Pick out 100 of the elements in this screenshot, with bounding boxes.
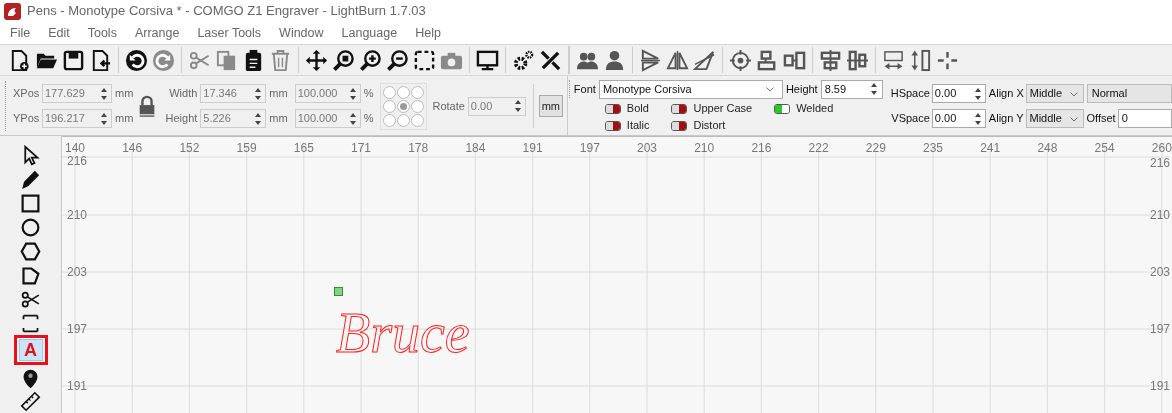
number-field[interactable]: 196.217 [42, 109, 112, 128]
zoom-icon[interactable] [332, 48, 355, 72]
field-label: Align X [988, 86, 1024, 102]
save-icon[interactable] [62, 48, 85, 72]
dropdown[interactable]: Middle [1025, 84, 1084, 103]
number-field[interactable]: 177.629 [42, 84, 112, 103]
ruler-label: 241 [980, 140, 1001, 157]
flip-icon[interactable] [639, 48, 662, 72]
field-label: mm [269, 111, 288, 127]
ruler-label: 210 [67, 207, 88, 224]
ruler-label: 203 [1149, 264, 1170, 281]
field-label: % [363, 86, 374, 102]
number-field[interactable]: 0.00 [467, 96, 526, 116]
circle-icon[interactable] [20, 217, 41, 239]
undo-icon[interactable] [125, 48, 148, 72]
menu-item[interactable]: Help [406, 22, 450, 44]
gears-icon[interactable] [512, 48, 535, 72]
dashed-frame-icon[interactable] [413, 48, 436, 72]
spinner-icon[interactable] [512, 98, 523, 114]
window-title: Pens - Monotype Corsiva * - COMGO Z1 Engraver - LightBurn 1.7.03 [27, 2, 426, 21]
toggle-switch[interactable] [774, 103, 791, 114]
ruler-label: 178 [408, 140, 429, 157]
number-field[interactable]: 0.00 [931, 109, 986, 128]
rectangle-icon[interactable] [20, 193, 41, 215]
ruler-label: 222 [808, 140, 829, 157]
pencil-icon[interactable] [20, 169, 41, 191]
ruler-icon[interactable] [20, 390, 41, 412]
ruler-label: 146 [122, 140, 143, 157]
number-field[interactable]: 0.00 [931, 84, 986, 103]
toggle-label: Bold [626, 101, 649, 117]
ruler-label: 235 [923, 140, 943, 157]
ruler-label: 197 [579, 140, 600, 157]
field-label: Align Y [988, 111, 1024, 127]
monitor-icon[interactable] [476, 48, 499, 72]
anchor-point[interactable] [397, 99, 411, 113]
number-field[interactable]: 5.226 [200, 109, 267, 128]
dropdown[interactable]: Monotype Corsiva [598, 79, 783, 99]
field-label: % [363, 111, 374, 127]
ruler-label: 248 [1037, 140, 1058, 157]
ruler-label: 184 [465, 140, 486, 157]
dropdown[interactable]: Normal [1086, 84, 1172, 103]
toggle-label: Distort [693, 118, 726, 134]
number-field[interactable]: 100.000 [294, 109, 361, 128]
field-label: Rotate [432, 98, 465, 114]
number-field[interactable]: 100.000 [294, 84, 361, 103]
move-arrows-icon[interactable] [305, 48, 328, 72]
field-label: HSpace [889, 86, 930, 102]
crosshair-icon[interactable] [729, 48, 752, 72]
menu-item[interactable]: Tools [78, 22, 126, 44]
toggle-switch[interactable] [671, 120, 688, 131]
hexagon-icon[interactable] [20, 241, 41, 263]
number-field[interactable]: 8.59 [820, 79, 883, 99]
menu-item[interactable]: Laser Tools [188, 22, 271, 44]
units-button[interactable]: mm [538, 95, 563, 117]
ruler-label: 191 [1149, 378, 1170, 395]
toggle-switch[interactable] [604, 120, 621, 131]
field-label: VSpace [890, 111, 930, 127]
polygon-icon[interactable] [20, 265, 41, 286]
field-label: Font [573, 81, 596, 97]
menu-item[interactable]: Edit [39, 22, 79, 44]
zoom-out-icon[interactable] [386, 48, 409, 72]
ruler-label: 165 [293, 140, 314, 157]
menu-item[interactable]: File [1, 22, 40, 44]
person-icon[interactable] [603, 48, 626, 72]
toggle-label: Welded [796, 101, 834, 117]
dropdown[interactable]: Middle [1025, 109, 1084, 128]
selection-handle[interactable] [334, 287, 343, 296]
mirror-icon[interactable] [666, 48, 689, 72]
field-label: Offset [1086, 111, 1116, 127]
ruler-label: 254 [1094, 140, 1115, 157]
number-field[interactable]: 17.346 [200, 84, 267, 103]
ruler-label: 216 [751, 140, 772, 157]
zoom-in-icon[interactable] [359, 48, 382, 72]
menu-item[interactable]: Window [270, 22, 333, 44]
text-object[interactable]: Bruce [336, 305, 470, 361]
toggle-switch[interactable] [671, 103, 688, 114]
text-tool[interactable]: A [18, 339, 43, 362]
menu-item[interactable]: Language [332, 22, 407, 44]
mirror-line-icon[interactable] [693, 48, 716, 72]
field-label: mm [269, 86, 288, 102]
toggle-switch[interactable] [604, 103, 621, 114]
ruler-label: 191 [522, 140, 543, 157]
toggle-label: Upper Case [693, 101, 753, 117]
center-align-icon[interactable] [819, 48, 842, 72]
number-field[interactable]: 0 [1117, 109, 1172, 128]
ruler-label: 159 [236, 140, 257, 157]
canvas[interactable]: 140 146 152 159 165 171 178 184 191 197 203 210 216 222 229 235 241 248 254 260 216 210 203 197 191 216 210 203 197 191 Bruce [62, 136, 1172, 413]
ruler-label: 216 [67, 153, 88, 170]
frame-icon[interactable] [20, 312, 41, 334]
distribute-icon[interactable] [909, 48, 932, 72]
field-label: Width [168, 86, 198, 102]
menu-item[interactable]: Arrange [125, 22, 189, 44]
toggle-label: Italic [626, 118, 650, 134]
ruler-label: 203 [67, 264, 88, 281]
ruler-label: 197 [67, 321, 88, 338]
spinner-icon[interactable] [868, 81, 879, 97]
ruler-label: 216 [1149, 155, 1170, 172]
field-label: Height [785, 81, 818, 97]
center-align-icon[interactable] [846, 48, 869, 72]
distribute-icon[interactable] [882, 48, 905, 72]
